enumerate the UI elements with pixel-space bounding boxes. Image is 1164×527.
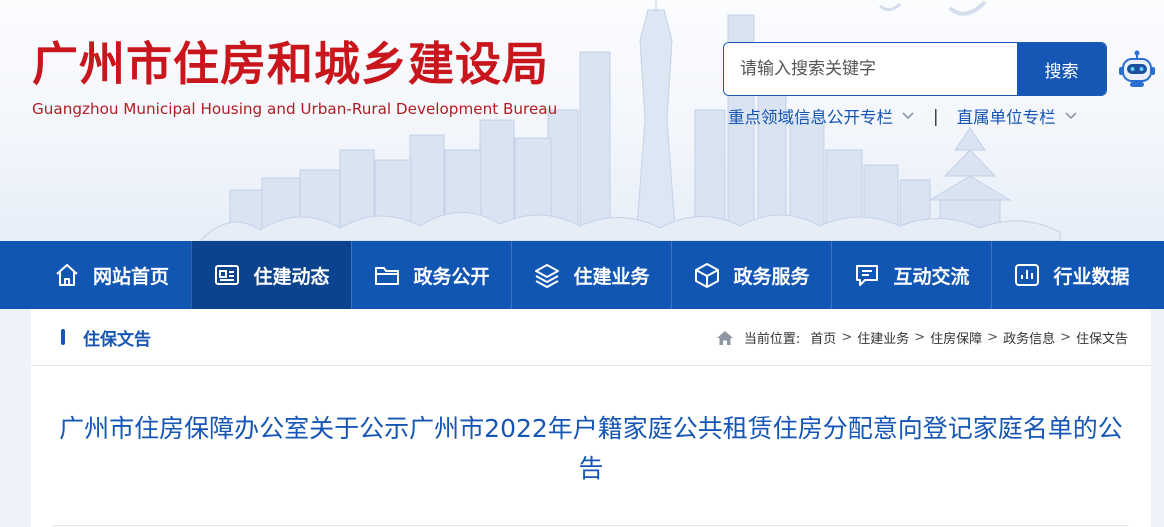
- search-box: 搜索: [723, 42, 1107, 96]
- search-input[interactable]: [724, 43, 1017, 95]
- chevron-down-icon: [902, 112, 914, 120]
- article-title: 广州市住房保障办公室关于公示广州市2022年户籍家庭公共租赁住房分配意向登记家庭…: [59, 414, 1123, 483]
- home-icon: [716, 330, 733, 345]
- content-panel: 住保文告 当前位置: 首页 > 住建业务 > 住房保障 > 政务信息 > 住保文…: [31, 309, 1151, 527]
- nav-label: 住建动态: [253, 265, 330, 288]
- folder-icon: [375, 267, 400, 285]
- breadcrumb-separator: >: [1060, 330, 1071, 345]
- nav-label: 行业数据: [1053, 265, 1130, 288]
- nav-item-gov-services[interactable]: 政务服务: [671, 241, 831, 309]
- home-icon: [56, 264, 78, 286]
- site-header: 广州市住房和城乡建设局 Guangzhou Municipal Housing …: [0, 0, 1164, 241]
- breadcrumb-item[interactable]: 首页: [810, 328, 836, 347]
- main-nav: 网站首页 住建动态 政务公开 住建业务 政务服务 互动交流 行业数据: [0, 241, 1164, 309]
- nav-item-home[interactable]: 网站首页: [31, 241, 191, 309]
- quicklink-label: 直属单位专栏: [956, 108, 1056, 127]
- nav-label: 互动交流: [893, 265, 970, 288]
- robot-assistant-icon[interactable]: [1117, 50, 1157, 90]
- nav-item-interaction[interactable]: 互动交流: [831, 241, 991, 309]
- quicklinks: 重点领域信息公开专栏 | 直属单位专栏: [728, 104, 1078, 128]
- breadcrumb-separator: >: [987, 330, 999, 345]
- breadcrumb-item[interactable]: 住保文告: [1076, 328, 1128, 347]
- quicklink-separator: |: [933, 106, 939, 126]
- box-icon: [695, 263, 720, 288]
- bar-chart-icon: [1015, 264, 1040, 286]
- search-button[interactable]: 搜索: [1017, 43, 1106, 95]
- nav-label: 政务公开: [413, 265, 490, 288]
- breadcrumb-separator: >: [841, 330, 853, 345]
- breadcrumb-item[interactable]: 政务信息: [1003, 328, 1055, 347]
- news-icon: [215, 265, 240, 285]
- breadcrumb: 当前位置: 首页 > 住建业务 > 住房保障 > 政务信息 > 住保文告: [716, 328, 1128, 347]
- section-accent-bar: [61, 329, 65, 345]
- section-header: 住保文告 当前位置: 首页 > 住建业务 > 住房保障 > 政务信息 > 住保文…: [31, 309, 1151, 366]
- article-divider: [53, 525, 1129, 526]
- chevron-down-icon: [1064, 112, 1077, 120]
- breadcrumb-label: 当前位置:: [743, 332, 801, 347]
- quicklink-label: 重点领域信息公开专栏: [728, 108, 893, 127]
- nav-item-gov-affairs-open[interactable]: 政务公开: [351, 241, 511, 309]
- nav-item-industry-data[interactable]: 行业数据: [991, 241, 1151, 309]
- quicklink-key-areas[interactable]: 重点领域信息公开专栏: [728, 104, 915, 128]
- nav-item-construction-business[interactable]: 住建业务: [511, 241, 671, 309]
- breadcrumb-item[interactable]: 住房保障: [930, 328, 982, 347]
- breadcrumb-item[interactable]: 住建业务: [857, 328, 909, 347]
- chat-icon: [856, 265, 879, 286]
- site-subtitle: Guangzhou Municipal Housing and Urban-Ru…: [32, 100, 558, 118]
- nav-label: 政务服务: [733, 265, 810, 288]
- breadcrumb-separator: >: [914, 330, 926, 345]
- nav-item-news[interactable]: 住建动态: [191, 241, 351, 309]
- section-title: 住保文告: [83, 330, 151, 350]
- nav-label: 网站首页: [92, 265, 169, 288]
- site-title: 广州市住房和城乡建设局: [32, 37, 549, 91]
- nav-label: 住建业务: [573, 265, 650, 288]
- quicklink-affiliated-units[interactable]: 直属单位专栏: [957, 104, 1078, 128]
- layers-icon: [535, 264, 560, 288]
